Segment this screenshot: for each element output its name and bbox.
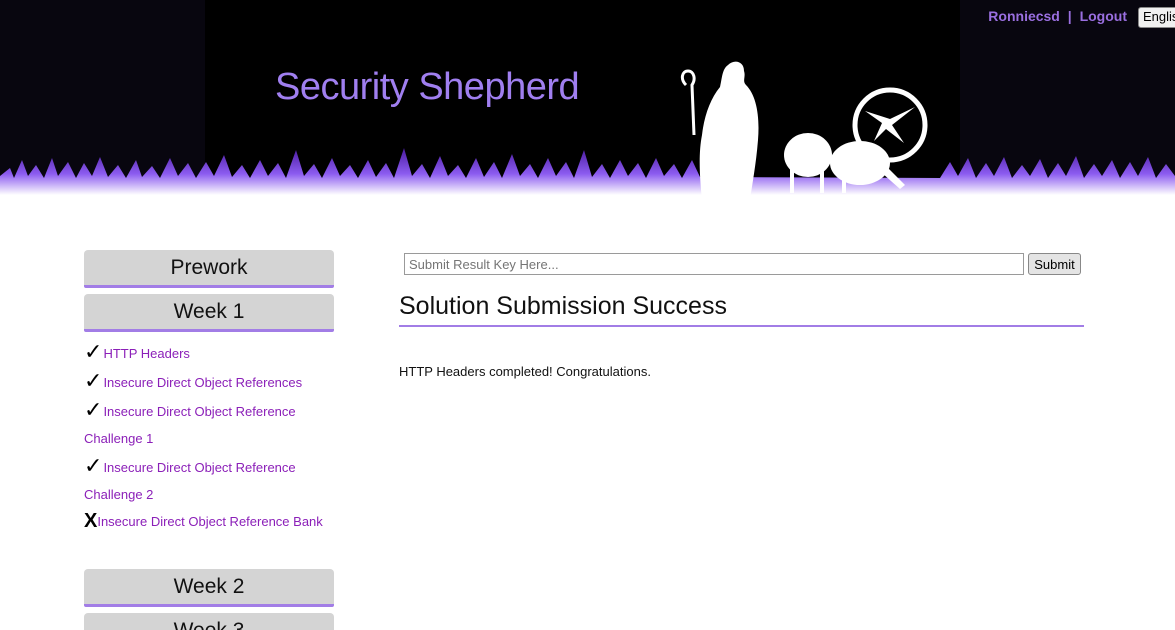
logout-link[interactable]: Logout: [1080, 8, 1127, 24]
user-links: Ronniecsd | Logout: [988, 8, 1127, 24]
language-select[interactable]: English: [1138, 7, 1175, 28]
level-link[interactable]: Insecure Direct Object Reference Challen…: [84, 404, 296, 446]
sidebar: Prework Week 1 ✓HTTP Headers ✓Insecure D…: [84, 250, 334, 630]
level-link[interactable]: Insecure Direct Object Reference Challen…: [84, 460, 296, 502]
checkmark-icon: ✓: [84, 339, 103, 364]
submit-button[interactable]: Submit: [1028, 253, 1081, 275]
section-week2-button[interactable]: Week 2: [84, 569, 334, 607]
level-link[interactable]: HTTP Headers: [103, 346, 189, 361]
checkmark-icon: ✓: [84, 397, 103, 422]
cross-icon: X: [84, 510, 98, 532]
checkmark-icon: ✓: [84, 368, 103, 393]
level-item[interactable]: ✓Insecure Direct Object Reference Challe…: [84, 396, 334, 452]
level-item[interactable]: ✓Insecure Direct Object Reference Challe…: [84, 452, 334, 508]
level-item[interactable]: XInsecure Direct Object Reference Bank: [84, 508, 334, 535]
level-link[interactable]: Insecure Direct Object References: [103, 375, 302, 390]
section-week3-button[interactable]: Week 3: [84, 613, 334, 630]
level-item[interactable]: ✓HTTP Headers: [84, 338, 334, 367]
checkmark-icon: ✓: [84, 453, 103, 478]
separator: |: [1067, 8, 1072, 24]
site-header: Security Shepherd Ronniecsd | Logout Eng…: [0, 0, 1175, 215]
shepherd-logo-icon: [680, 61, 928, 200]
site-title: Security Shepherd: [275, 66, 580, 108]
username-link[interactable]: Ronniecsd: [988, 8, 1060, 24]
week1-level-list: ✓HTTP Headers ✓Insecure Direct Object Re…: [84, 338, 334, 535]
level-item[interactable]: ✓Insecure Direct Object References: [84, 367, 334, 396]
grass-decoration: [0, 148, 1175, 215]
section-week1-button[interactable]: Week 1: [84, 294, 334, 332]
result-title: Solution Submission Success: [399, 292, 1084, 327]
result-message: HTTP Headers completed! Congratulations.: [399, 364, 651, 379]
level-link[interactable]: Insecure Direct Object Reference Bank: [97, 514, 322, 529]
result-key-input[interactable]: [404, 253, 1024, 275]
section-prework-button[interactable]: Prework: [84, 250, 334, 288]
